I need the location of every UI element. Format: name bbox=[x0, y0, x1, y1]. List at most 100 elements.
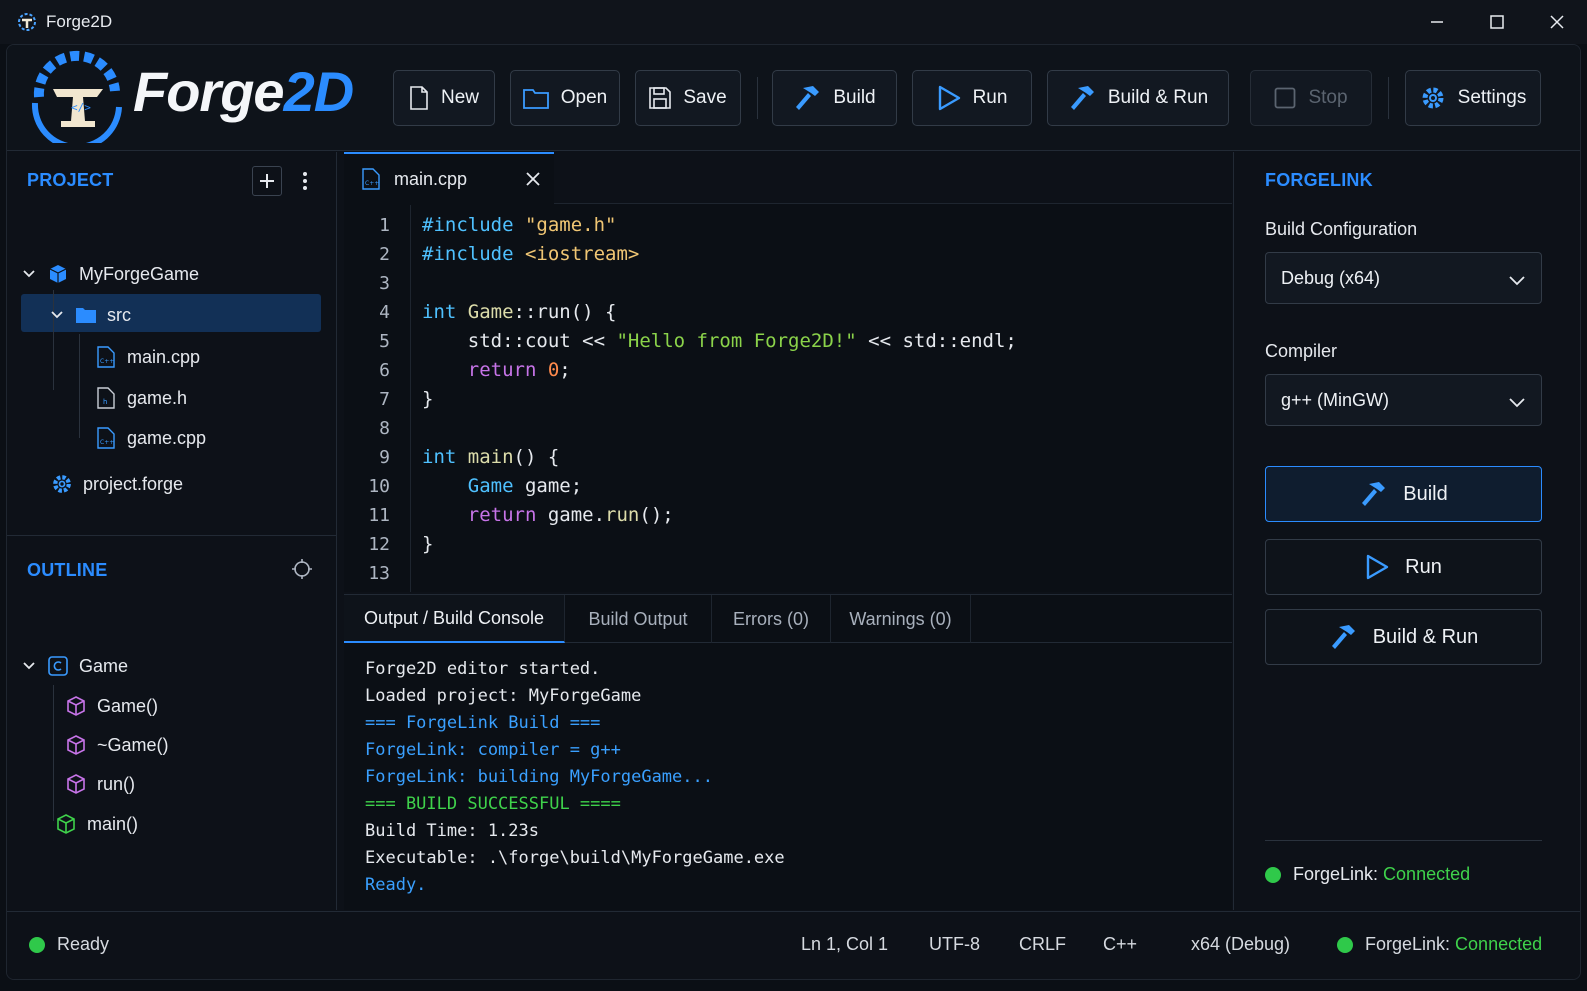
hammer-icon bbox=[1331, 625, 1355, 649]
outline-item-game-class[interactable]: Game bbox=[21, 647, 128, 685]
more-options-button[interactable] bbox=[297, 166, 313, 196]
code-line: } bbox=[422, 388, 434, 410]
locate-button[interactable] bbox=[291, 558, 313, 585]
maximize-button[interactable] bbox=[1467, 0, 1527, 44]
add-file-button[interactable] bbox=[252, 166, 282, 196]
project-panel-title: PROJECT bbox=[27, 170, 114, 190]
build-and-run-label: Build & Run bbox=[1372, 625, 1479, 648]
link-label: ForgeLink: bbox=[1365, 934, 1456, 954]
open-label: Open bbox=[560, 87, 608, 108]
forgelink-run-button[interactable]: Run bbox=[1265, 539, 1542, 595]
forgelink-connection-status: ForgeLink: Connected bbox=[1337, 934, 1542, 955]
cpp-file-icon: C++ bbox=[95, 346, 117, 368]
status-ready-label: Ready bbox=[57, 934, 110, 954]
outline-label: Game() bbox=[97, 695, 159, 716]
folder-label: src bbox=[107, 304, 131, 325]
tab-output-build-console[interactable]: Output / Build Console bbox=[344, 595, 565, 643]
svg-text:</>: </> bbox=[71, 101, 91, 114]
tab-build-output[interactable]: Build Output bbox=[565, 595, 712, 643]
chevron-down-icon bbox=[49, 311, 65, 319]
chevron-down-icon bbox=[21, 662, 37, 670]
tree-item-game-cpp[interactable]: C++ game.cpp bbox=[95, 419, 206, 457]
status-dot-icon bbox=[1337, 936, 1353, 953]
tab-warnings[interactable]: Warnings (0) bbox=[831, 595, 971, 643]
run-button[interactable]: Run bbox=[912, 70, 1032, 126]
header-file-icon: h bbox=[95, 387, 117, 409]
console-line: Executable: .\forge\build\MyForgeGame.ex… bbox=[365, 848, 785, 868]
tree-item-game-h[interactable]: h game.h bbox=[95, 379, 187, 417]
tree-item-main-cpp[interactable]: C++ main.cpp bbox=[95, 338, 200, 376]
language-indicator[interactable]: C++ bbox=[1103, 934, 1137, 955]
hammer-icon bbox=[1070, 86, 1094, 110]
settings-button[interactable]: Settings bbox=[1405, 70, 1541, 126]
build-configuration-label: Build Configuration bbox=[1265, 219, 1418, 239]
gear-icon bbox=[51, 473, 73, 495]
cursor-position[interactable]: Ln 1, Col 1 bbox=[801, 934, 888, 955]
file-label: game.h bbox=[127, 387, 188, 408]
new-button[interactable]: New bbox=[393, 70, 495, 126]
line-ending-indicator[interactable]: CRLF bbox=[1019, 934, 1066, 955]
compiler-label: Compiler bbox=[1265, 341, 1338, 361]
console-line: Ready. bbox=[365, 875, 427, 895]
tab-errors[interactable]: Errors (0) bbox=[712, 595, 831, 643]
hammer-icon bbox=[1362, 482, 1386, 506]
outline-item-run[interactable]: run() bbox=[65, 765, 135, 803]
build-and-run-label: Build & Run bbox=[1107, 87, 1209, 108]
link-value: Connected bbox=[1455, 934, 1543, 954]
outline-label: main() bbox=[87, 813, 139, 834]
code-line: int Game::run() { bbox=[422, 301, 617, 323]
console-line: ForgeLink: compiler = g++ bbox=[365, 740, 621, 760]
minimize-button[interactable] bbox=[1407, 0, 1467, 44]
save-button[interactable]: Save bbox=[635, 70, 741, 126]
tree-item-project-forge[interactable]: project.forge bbox=[51, 465, 183, 503]
forgelink-build-button[interactable]: Build bbox=[1265, 466, 1542, 522]
status-dot-icon bbox=[1265, 866, 1281, 883]
forgelink-build-and-run-button[interactable]: Build & Run bbox=[1265, 609, 1542, 665]
build-button[interactable]: Build bbox=[772, 70, 897, 126]
crosshair-icon bbox=[292, 559, 312, 579]
forgelink-status: ForgeLink: Connected bbox=[1265, 864, 1470, 885]
select-value: g++ (MinGW) bbox=[1281, 389, 1390, 410]
code-area[interactable]: 1 2 3 4 5 6 7 8 9 10 11 12 13 #include "… bbox=[344, 205, 1232, 592]
tree-item-src[interactable]: src bbox=[49, 296, 131, 334]
outline-item-destructor[interactable]: ~Game() bbox=[65, 726, 169, 764]
cpp-file-icon: C++ bbox=[362, 168, 380, 190]
tab-main-cpp[interactable]: C++ main.cpp bbox=[344, 152, 554, 204]
target-indicator[interactable]: x64 (Debug) bbox=[1191, 934, 1290, 955]
console-line: Build Time: 1.23s bbox=[365, 821, 539, 841]
run-label: Run bbox=[1405, 555, 1442, 578]
class-icon bbox=[47, 655, 69, 677]
line-number: 9 bbox=[379, 447, 390, 468]
compiler-select[interactable]: g++ (MinGW) bbox=[1265, 374, 1542, 426]
code-line: } bbox=[422, 533, 434, 555]
build-configuration-select[interactable]: Debug (x64) bbox=[1265, 252, 1542, 304]
line-number: 3 bbox=[379, 273, 390, 294]
chevron-down-icon bbox=[1509, 392, 1525, 413]
file-label: main.cpp bbox=[127, 346, 201, 367]
open-button[interactable]: Open bbox=[510, 70, 620, 126]
chevron-down-icon bbox=[1509, 270, 1525, 291]
tab-label: main.cpp bbox=[394, 168, 468, 189]
close-window-button[interactable] bbox=[1527, 0, 1587, 44]
outline-item-constructor[interactable]: Game() bbox=[65, 687, 158, 725]
app-frame: </> Forge2D New Open Save Build Run Buil… bbox=[6, 44, 1581, 980]
outline-item-main[interactable]: main() bbox=[55, 805, 138, 843]
left-panel: PROJECT MyForgeGame src C++ main.cpp h g… bbox=[7, 152, 337, 910]
tree-item-myforgegame[interactable]: MyForgeGame bbox=[21, 255, 199, 293]
build-and-run-button[interactable]: Build & Run bbox=[1047, 70, 1229, 126]
stop-button[interactable]: Stop bbox=[1250, 70, 1372, 126]
kebab-menu-icon bbox=[303, 172, 307, 190]
new-label: New bbox=[440, 87, 479, 108]
play-icon bbox=[938, 85, 960, 111]
editor-tab-strip: C++ main.cpp bbox=[344, 152, 1232, 204]
forge2d-logo-icon: </> bbox=[27, 47, 127, 151]
window-title: Forge2D bbox=[46, 12, 113, 31]
status-dot-icon bbox=[29, 936, 45, 953]
encoding-indicator[interactable]: UTF-8 bbox=[929, 934, 980, 955]
logo-text: Forge2D bbox=[133, 60, 354, 123]
line-number: 4 bbox=[379, 302, 390, 323]
console-line: ForgeLink: building MyForgeGame... bbox=[365, 767, 713, 787]
close-tab-icon[interactable] bbox=[526, 172, 540, 186]
panel-divider bbox=[1265, 840, 1542, 841]
svg-text:C++: C++ bbox=[100, 439, 114, 446]
